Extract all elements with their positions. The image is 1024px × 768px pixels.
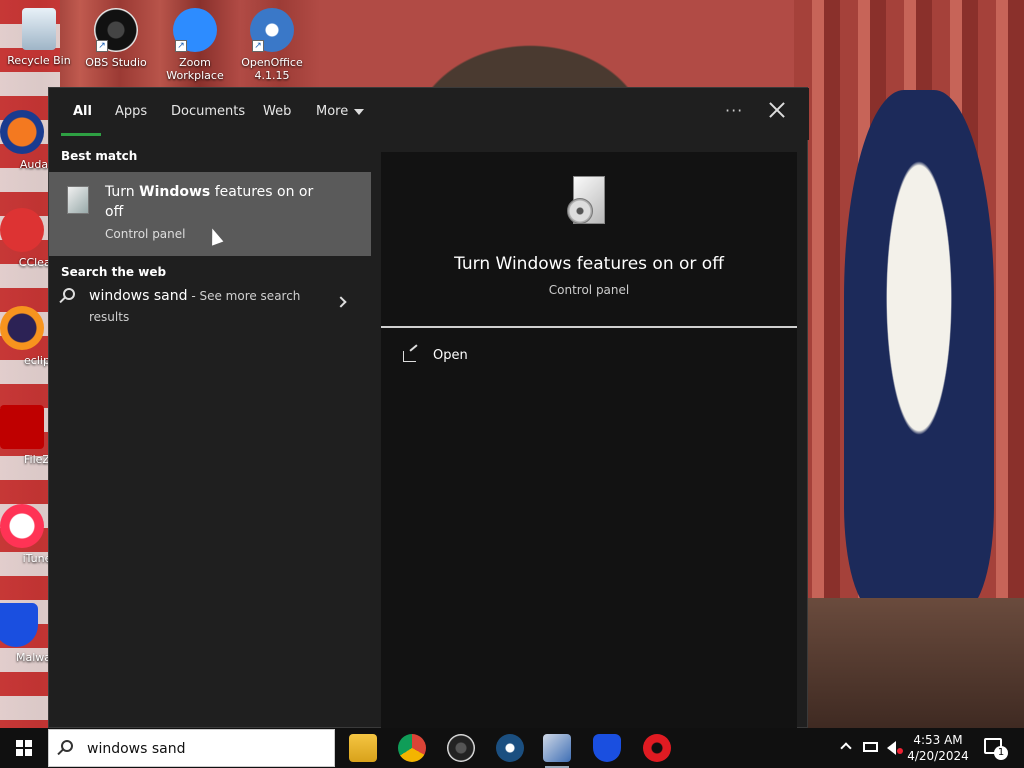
malwarebytes-icon (0, 603, 38, 647)
result-detail-pane: Turn Windows features on or off Control … (381, 152, 797, 729)
desktop-icon-recycle-bin[interactable]: Recycle Bin (3, 8, 75, 67)
title-part: Turn (105, 184, 140, 200)
desktop-icon-zoom[interactable]: ↗ Zoom Workplace (159, 8, 231, 82)
best-match-result[interactable]: Turn Windows features on or off Control … (49, 172, 371, 256)
tab-web[interactable]: Web (263, 104, 291, 119)
windows-features-large-icon (567, 176, 611, 228)
web-search-text: windows sand - See more search results (89, 286, 319, 328)
zoom-icon: ↗ (173, 8, 217, 52)
best-match-heading: Best match (61, 149, 138, 163)
desktop-icon-openoffice[interactable]: ↗ OpenOffice 4.1.15 (236, 8, 308, 82)
web-search-result[interactable]: windows sand - See more search results (49, 282, 371, 338)
results-list: Best match Turn Windows features on or o… (49, 140, 371, 729)
obs-icon: ↗ (94, 8, 138, 52)
mouse-cursor-icon (206, 226, 224, 246)
desktop-icon-obs[interactable]: ↗ OBS Studio (80, 8, 152, 69)
taskbar: 4:53 AM 4/20/2024 1 (0, 728, 1024, 768)
audacity-icon (0, 110, 44, 154)
notification-count-badge: 1 (994, 746, 1008, 760)
itunes-icon (0, 504, 44, 548)
desktop-icon-label: OpenOffice 4.1.15 (241, 56, 303, 82)
remote-desktop-icon[interactable] (543, 734, 571, 768)
caret-down-icon (354, 108, 365, 115)
ccleaner-icon (0, 208, 44, 252)
search-icon (61, 740, 73, 752)
steam-icon[interactable] (496, 734, 524, 762)
title-highlight: Windows (139, 184, 211, 200)
detail-divider (381, 326, 797, 328)
wallpaper-flag-eagle (844, 90, 994, 610)
open-action[interactable]: Open (403, 348, 563, 372)
search-web-heading: Search the web (61, 265, 167, 279)
start-button[interactable] (0, 728, 48, 768)
close-icon[interactable] (767, 100, 787, 120)
show-hidden-icons-icon[interactable] (840, 728, 852, 768)
eclipse-icon (0, 306, 44, 350)
active-tab-indicator (61, 133, 101, 136)
opera-icon[interactable] (643, 734, 671, 762)
desktop-icon-label: Recycle Bin (7, 54, 71, 67)
network-icon[interactable] (862, 728, 880, 768)
taskbar-search-box[interactable] (48, 729, 335, 767)
best-match-title: Turn Windows features on or off (105, 182, 315, 222)
more-options-icon[interactable]: ··· (725, 101, 743, 120)
desktop-icon-label: Zoom Workplace (166, 56, 224, 82)
windows-features-icon (67, 186, 89, 214)
malwarebytes-icon[interactable] (593, 734, 621, 762)
system-clock[interactable]: 4:53 AM 4/20/2024 (906, 732, 970, 764)
tab-documents[interactable]: Documents (171, 104, 245, 119)
tab-all[interactable]: All (73, 104, 92, 119)
wallpaper-desk (794, 598, 1024, 728)
search-icon (63, 288, 75, 300)
openoffice-icon: ↗ (250, 8, 294, 52)
open-icon (403, 351, 416, 362)
file-explorer-icon[interactable] (349, 734, 377, 762)
windows-logo-icon (16, 740, 32, 756)
web-query: windows sand (89, 288, 188, 304)
obs-icon[interactable] (447, 734, 475, 762)
desktop-icon-malwarebytes[interactable]: Malware (0, 603, 63, 664)
tab-more[interactable]: More (316, 104, 365, 119)
desktop-icon-label: OBS Studio (85, 56, 147, 69)
taskbar-search-input[interactable] (87, 738, 327, 760)
filezilla-icon (0, 405, 44, 449)
detail-title: Turn Windows features on or off (454, 254, 724, 274)
chevron-right-icon[interactable] (335, 296, 347, 308)
start-search-panel: All Apps Documents Web More ··· Best mat… (48, 87, 809, 729)
tab-apps[interactable]: Apps (115, 104, 147, 119)
clock-time: 4:53 AM (913, 733, 963, 747)
search-tabs: All Apps Documents Web More ··· (49, 88, 809, 140)
chrome-icon[interactable] (398, 734, 426, 762)
desktop-icon-label: Malware (16, 651, 63, 664)
best-match-subtitle: Control panel (105, 227, 186, 241)
tab-more-label: More (316, 104, 349, 119)
volume-muted-icon[interactable] (886, 728, 904, 768)
clock-date: 4/20/2024 (907, 749, 969, 763)
open-label: Open (433, 348, 468, 363)
detail-subtitle: Control panel (548, 283, 630, 297)
recycle-bin-icon (22, 8, 56, 50)
